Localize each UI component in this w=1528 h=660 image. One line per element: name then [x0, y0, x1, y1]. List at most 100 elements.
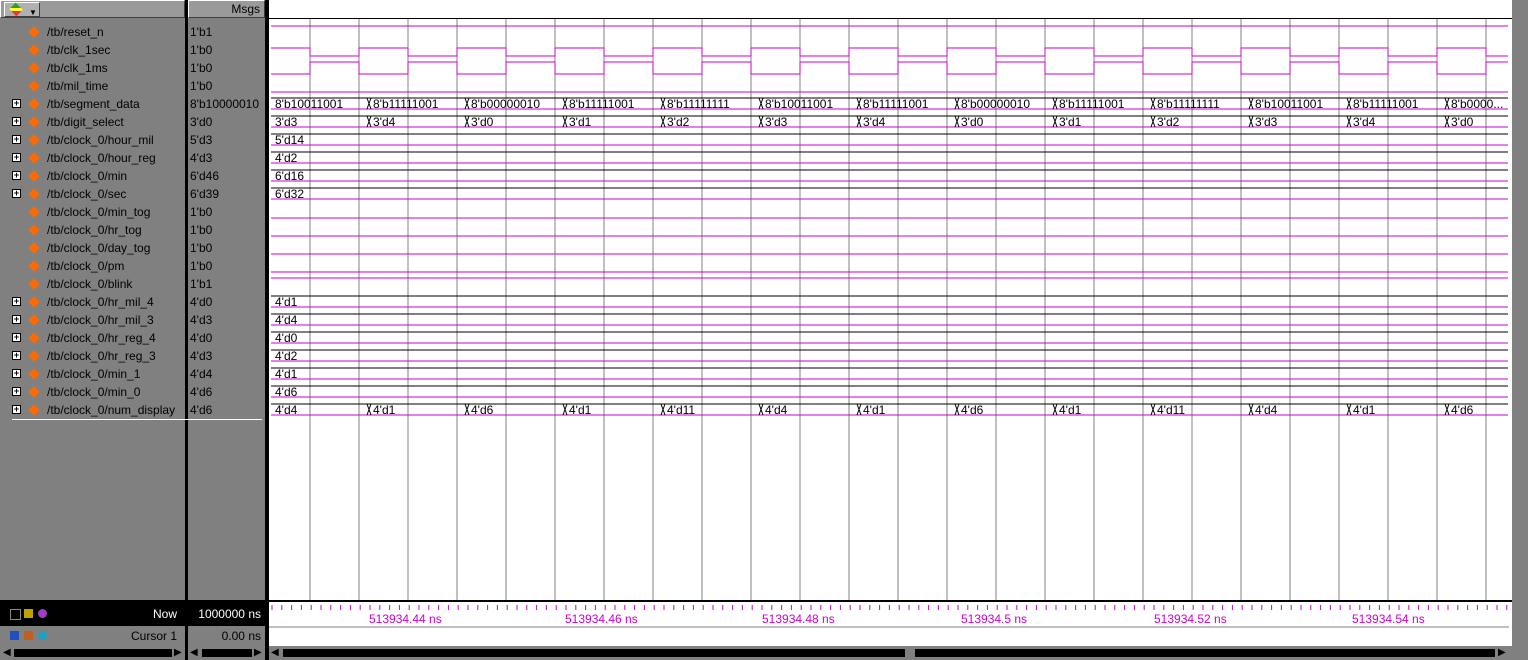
signal-value: 1'b0: [190, 241, 213, 255]
signal-name[interactable]: /tb/digit_select: [47, 115, 124, 129]
signal-name[interactable]: /tb/clock_0/hour_mil: [47, 133, 154, 147]
signal-row[interactable]: /tb/clock_0/min_tog: [0, 203, 185, 221]
scroll-left-icon[interactable]: ◀: [271, 647, 279, 659]
scroll-right-icon[interactable]: ▶: [1498, 647, 1506, 659]
expand-icon[interactable]: +: [12, 333, 21, 342]
expand-icon[interactable]: +: [12, 117, 21, 126]
scroll-thumb[interactable]: [905, 648, 915, 658]
record-icon[interactable]: [38, 609, 47, 618]
signal-row[interactable]: + /tb/clock_0/min_0: [0, 383, 185, 401]
expand-icon[interactable]: +: [12, 387, 21, 396]
signal-name[interactable]: /tb/clock_0/day_tog: [47, 241, 150, 255]
signal-name[interactable]: /tb/clock_0/min_0: [47, 385, 140, 399]
scroll-left-icon[interactable]: ◀: [3, 647, 11, 659]
signal-row[interactable]: + /tb/clock_0/hour_mil: [0, 131, 185, 149]
signal-row[interactable]: + /tb/clock_0/min: [0, 167, 185, 185]
signal-row[interactable]: + /tb/segment_data: [0, 95, 185, 113]
waveform-canvas[interactable]: 8'b10011001 8'b11111001 8'b00000010 8'b1111…: [269, 19, 1512, 600]
signal-name[interactable]: /tb/clk_1ms: [47, 61, 108, 75]
scroll-left-icon[interactable]: ◀: [190, 647, 198, 659]
signal-row[interactable]: /tb/reset_n: [0, 23, 185, 41]
cursor-label[interactable]: Cursor 1: [0, 626, 185, 646]
signal-value-row: 1'b0: [190, 203, 266, 221]
wave-hscrollbar[interactable]: ◀ ▶: [269, 646, 1512, 660]
signal-row[interactable]: /tb/clock_0/hr_tog: [0, 221, 185, 239]
scroll-right-icon[interactable]: ▶: [254, 647, 262, 659]
bus-value: 3'd3: [765, 115, 788, 129]
bus-value: 4'd6: [471, 403, 494, 417]
signal-row[interactable]: /tb/clock_0/pm: [0, 257, 185, 275]
signal-row[interactable]: + /tb/clock_0/min_1: [0, 365, 185, 383]
signal-name[interactable]: /tb/clock_0/blink: [47, 277, 132, 291]
signal-name[interactable]: /tb/clock_0/hr_mil_3: [47, 313, 154, 327]
time-ruler[interactable]: 513934.44 ns 513934.46 ns 513934.48 ns 5139…: [269, 602, 1512, 646]
expand-icon[interactable]: +: [12, 351, 21, 360]
expand-icon[interactable]: +: [12, 297, 21, 306]
signal-row[interactable]: + /tb/clock_0/hr_mil_3: [0, 311, 185, 329]
signal-row[interactable]: /tb/clock_0/blink: [0, 275, 185, 293]
signal-name[interactable]: /tb/clock_0/min: [47, 169, 127, 183]
vertical-scrollbar[interactable]: [1512, 0, 1528, 660]
expand-icon[interactable]: +: [12, 171, 21, 180]
expand-icon[interactable]: +: [12, 369, 21, 378]
signal-value: 1'b0: [190, 61, 213, 75]
signal-name[interactable]: /tb/clock_0/hr_reg_3: [47, 349, 156, 363]
ruler-label: 513934.48 ns: [762, 612, 835, 626]
signal-value-row: 1'b0: [190, 77, 266, 95]
signal-name[interactable]: /tb/reset_n: [47, 25, 104, 39]
signal-name[interactable]: /tb/clock_0/hr_reg_4: [47, 331, 156, 345]
zoom-icon[interactable]: [10, 609, 21, 620]
signal-name[interactable]: /tb/clock_0/num_display: [47, 403, 175, 417]
value-hscrollbar[interactable]: ◀ ▶: [188, 646, 265, 660]
signal-row[interactable]: + /tb/digit_select: [0, 113, 185, 131]
bus-value: 3'd3: [275, 115, 298, 129]
name-hscrollbar[interactable]: ◀ ▶: [0, 646, 185, 660]
signal-row[interactable]: /tb/clk_1ms: [0, 59, 185, 77]
time-ruler-canvas[interactable]: 513934.44 ns 513934.46 ns 513934.48 ns 5139…: [269, 602, 1512, 646]
signal-name[interactable]: /tb/segment_data: [47, 97, 140, 111]
signal-name[interactable]: /tb/clock_0/sec: [47, 187, 126, 201]
signal-name[interactable]: /tb/mil_time: [47, 79, 108, 93]
delete-cursor-icon[interactable]: [38, 631, 47, 640]
signal-row[interactable]: + /tb/clock_0/hr_mil_4: [0, 293, 185, 311]
signal-name[interactable]: /tb/clock_0/min_tog: [47, 205, 150, 219]
signal-row[interactable]: + /tb/clock_0/num_display: [0, 401, 185, 419]
bus-value: 4'd1: [1059, 403, 1082, 417]
signal-row[interactable]: + /tb/clock_0/hr_reg_3: [0, 347, 185, 365]
expand-icon[interactable]: +: [12, 405, 21, 414]
signal-name[interactable]: /tb/clock_0/pm: [47, 259, 124, 273]
expand-icon[interactable]: +: [12, 189, 21, 198]
bus-transition: [562, 403, 568, 416]
wrench-icon[interactable]: [24, 631, 33, 640]
signal-row[interactable]: + /tb/clock_0/hr_reg_4: [0, 329, 185, 347]
now-value: 1000000 ns: [188, 602, 265, 626]
signal-name[interactable]: /tb/clock_0/hr_mil_4: [47, 295, 154, 309]
expand-icon[interactable]: +: [12, 135, 21, 144]
waveform-pane[interactable]: 8'b10011001 8'b11111001 8'b00000010 8'b1111…: [269, 19, 1512, 600]
expand-icon[interactable]: +: [12, 315, 21, 324]
signal-row[interactable]: + /tb/clock_0/sec: [0, 185, 185, 203]
scroll-right-icon[interactable]: ▶: [174, 647, 182, 659]
signal-row[interactable]: /tb/mil_time: [0, 77, 185, 95]
bus-value: 3'd3: [1255, 115, 1278, 129]
signal-row[interactable]: /tb/clock_0/day_tog: [0, 239, 185, 257]
bus-transition: [562, 97, 568, 110]
signal-value: 3'd0: [190, 115, 213, 129]
clock-trace: [271, 61, 1508, 75]
bus-value: 6'd16: [275, 169, 304, 183]
signal-name[interactable]: /tb/clock_0/hr_tog: [47, 223, 142, 237]
signal-row[interactable]: /tb/clk_1sec: [0, 41, 185, 59]
bus-transition: [366, 115, 372, 128]
signal-name[interactable]: /tb/clock_0/hour_reg: [47, 151, 156, 165]
signal-row[interactable]: + /tb/clock_0/hour_reg: [0, 149, 185, 167]
expand-icon[interactable]: +: [12, 153, 21, 162]
lock-icon[interactable]: [10, 631, 19, 640]
wave-tool-icon[interactable]: ▼: [4, 2, 40, 17]
toolbox-icon[interactable]: [24, 609, 33, 618]
bus-value: 4'd1: [275, 367, 298, 381]
signal-value: 5'd3: [190, 133, 213, 147]
signal-name[interactable]: /tb/clk_1sec: [47, 43, 110, 57]
signal-icon: [28, 224, 40, 236]
signal-name[interactable]: /tb/clock_0/min_1: [47, 367, 140, 381]
expand-icon[interactable]: +: [12, 99, 21, 108]
